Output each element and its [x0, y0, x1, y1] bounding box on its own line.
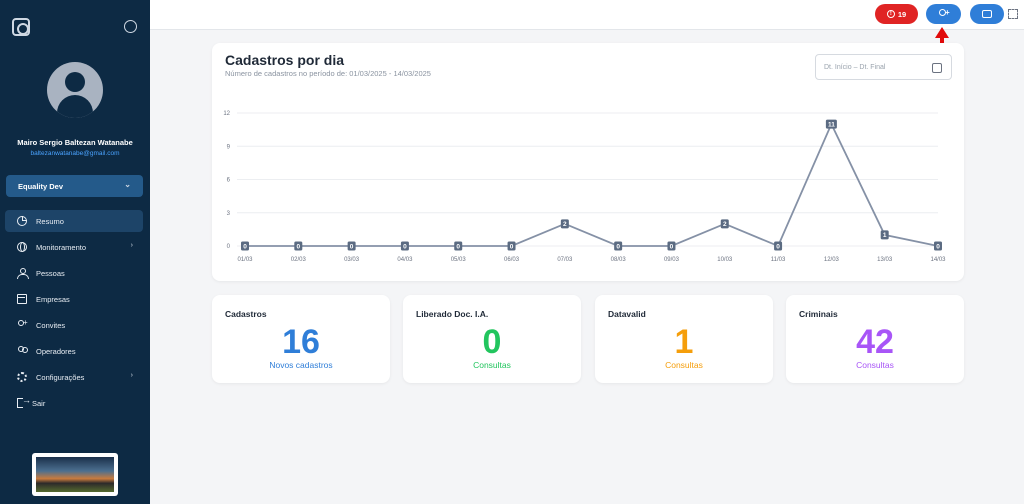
stat-label: Novos cadastros	[269, 360, 333, 370]
sidebar-item-resumo[interactable]: Resumo	[5, 210, 143, 232]
alerts-button[interactable]: ! 19	[875, 4, 918, 24]
avatar	[47, 62, 103, 118]
stat-title: Cadastros	[225, 309, 267, 319]
gear-icon	[17, 372, 27, 382]
data-label: 0	[776, 243, 780, 250]
data-label: 2	[723, 221, 727, 228]
building-icon	[17, 294, 27, 304]
y-tick-label: 9	[227, 144, 231, 150]
stat-label: Consultas	[473, 360, 511, 370]
x-tick-label: 03/03	[344, 257, 360, 263]
stat-card-cadastros: Cadastros 16 Novos cadastros	[212, 295, 390, 383]
chevron-down-icon: ⌄	[124, 180, 131, 189]
alert-circle-icon: !	[886, 10, 895, 18]
sidebar-nav: Resumo Monitoramento › Pessoas Empresas …	[5, 210, 143, 418]
globe-icon	[17, 242, 27, 252]
stat-card-datavalid: Datavalid 1 Consultas	[595, 295, 773, 383]
user-plus-icon	[17, 318, 28, 330]
sidebar-item-label: Resumo	[36, 216, 64, 226]
fullscreen-icon[interactable]	[1008, 9, 1018, 19]
chart-card: Cadastros por dia Número de cadastros no…	[212, 43, 964, 281]
sidebar-item-operadores[interactable]: Operadores	[5, 340, 143, 362]
x-tick-label: 13/03	[877, 257, 893, 263]
sidebar-item-label: Monitoramento	[36, 242, 87, 252]
stat-value: 42	[856, 323, 894, 361]
stat-label: Consultas	[856, 360, 894, 370]
sunset-thumbnail	[32, 453, 118, 496]
x-tick-label: 12/03	[824, 257, 840, 263]
org-select-label: Equality Dev	[18, 181, 64, 191]
data-label: 0	[403, 243, 407, 250]
line-chart: 03691201/03 02/03 03/03 04/03 05/03 06/03 07/0…	[223, 111, 946, 263]
alerts-count: 19	[897, 9, 907, 19]
sidebar-item-monitoramento[interactable]: Monitoramento ›	[5, 236, 143, 258]
sidebar-item-label: Sair	[32, 398, 46, 408]
sidebar-item-label: Pessoas	[36, 268, 65, 278]
y-tick-label: 6	[227, 178, 231, 184]
x-tick-label: 06/03	[504, 257, 520, 263]
data-label: 0	[936, 243, 940, 250]
y-tick-label: 0	[227, 244, 231, 250]
data-label: 0	[510, 243, 514, 250]
x-tick-label: 04/03	[397, 257, 413, 263]
pie-chart-icon	[17, 216, 27, 226]
data-label: 2	[563, 221, 567, 228]
top-bar: ! 19	[150, 0, 1024, 30]
sidebar-item-convites[interactable]: Convites	[5, 314, 143, 336]
x-tick-label: 07/03	[557, 257, 573, 263]
logout-icon	[17, 395, 31, 408]
data-label: 1	[883, 232, 887, 239]
sidebar-item-label: Convites	[36, 320, 66, 330]
series-line	[245, 121, 939, 248]
sidebar-item-empresas[interactable]: Empresas	[5, 288, 143, 310]
sidebar-item-label: Empresas	[36, 294, 70, 304]
stat-card-liberado-doc: Liberado Doc. I.A. 0 Consultas	[403, 295, 581, 383]
y-tick-label: 3	[227, 211, 231, 217]
stat-title: Criminais	[799, 309, 838, 319]
user-name: Mairo Sergio Baltezan Watanabe	[17, 138, 133, 147]
annotation-arrow-head	[935, 27, 949, 38]
chevron-right-icon: ›	[130, 242, 133, 249]
stat-value: 16	[282, 323, 320, 361]
data-label: 0	[616, 243, 620, 250]
data-label: 11	[828, 121, 835, 128]
people-icon	[17, 268, 29, 279]
x-tick-label: 14/03	[930, 257, 946, 263]
data-label: 0	[670, 243, 674, 250]
stat-title: Datavalid	[608, 309, 646, 319]
sidebar: Mairo Sergio Baltezan Watanabe baltezanw…	[0, 0, 150, 504]
vehicle-button[interactable]	[970, 4, 1004, 24]
x-tick-label: 02/03	[291, 257, 307, 263]
data-label: 0	[296, 243, 300, 250]
face-scan-logo-icon	[12, 18, 30, 36]
stat-value: 1	[674, 323, 694, 361]
data-label: 0	[350, 243, 354, 250]
sidebar-item-label: Operadores	[36, 346, 76, 356]
org-select[interactable]: Equality Dev ⌄	[6, 175, 143, 197]
data-label: 0	[456, 243, 460, 250]
data-label: 0	[243, 243, 247, 250]
sidebar-item-sair[interactable]: Sair	[5, 392, 143, 414]
stat-value: 0	[482, 323, 502, 361]
vehicle-icon	[982, 10, 992, 18]
stat-card-criminais: Criminais 42 Consultas	[786, 295, 964, 383]
y-tick-label: 12	[223, 111, 230, 117]
x-tick-label: 11/03	[771, 257, 786, 263]
stat-label: Consultas	[665, 360, 703, 370]
x-tick-label: 10/03	[717, 257, 733, 263]
account-circle-icon[interactable]	[124, 20, 137, 33]
x-tick-label: 01/03	[237, 257, 253, 263]
x-tick-label: 09/03	[664, 257, 680, 263]
sidebar-item-pessoas[interactable]: Pessoas	[5, 262, 143, 284]
x-tick-label: 08/03	[611, 257, 627, 263]
chevron-right-icon: ›	[130, 372, 133, 379]
stat-title: Liberado Doc. I.A.	[416, 309, 489, 319]
x-tick-label: 05/03	[451, 257, 467, 263]
operators-icon	[17, 346, 28, 356]
add-user-button[interactable]	[926, 4, 961, 24]
sidebar-item-configuracoes[interactable]: Configurações ›	[5, 366, 143, 388]
user-email: baltezanwatanabe@gmail.com	[30, 150, 120, 157]
sidebar-item-label: Configurações	[36, 372, 85, 382]
